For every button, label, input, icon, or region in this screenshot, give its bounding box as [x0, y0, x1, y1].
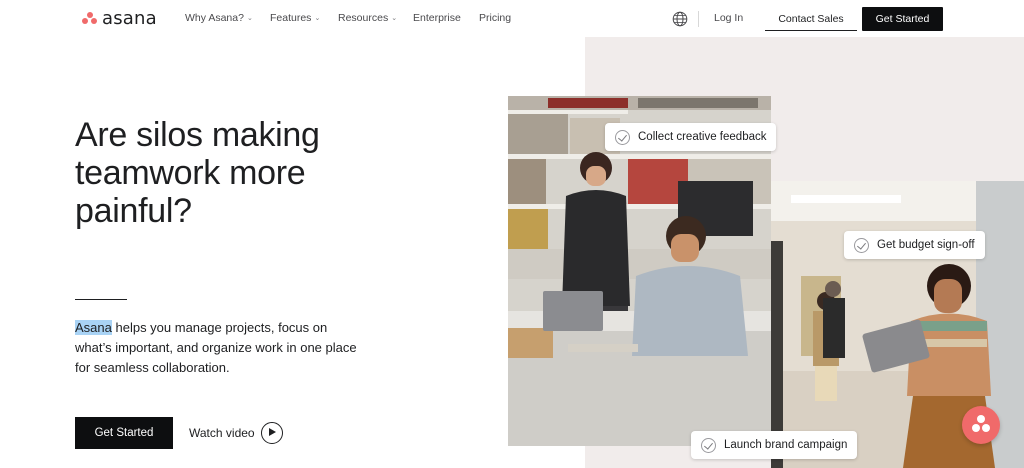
check-circle-icon — [615, 129, 630, 145]
logo-text: asana — [102, 7, 157, 29]
top-nav: asana Why Asana? ⌄ Features ⌄ Resources ⌄ E… — [0, 0, 1024, 37]
get-started-nav-button[interactable]: Get Started — [862, 7, 943, 31]
asana-logo[interactable]: asana — [82, 7, 157, 29]
hero-description: Asana helps you manage projects, focus o… — [75, 318, 365, 378]
contact-sales-button[interactable]: Contact Sales — [765, 7, 857, 31]
globe-icon[interactable] — [672, 11, 688, 27]
chevron-down-icon: ⌄ — [314, 15, 321, 22]
watch-video-label: Watch video — [189, 426, 255, 440]
login-link[interactable]: Log In — [714, 12, 743, 24]
play-circle-icon — [260, 422, 283, 444]
nav-item-features[interactable]: Features ⌄ — [270, 12, 320, 24]
nav-item-label: Pricing — [479, 12, 512, 24]
chevron-down-icon: ⌄ — [246, 15, 253, 22]
nav-item-resources[interactable]: Resources ⌄ — [338, 12, 397, 24]
task-chip-label: Collect creative feedback — [638, 131, 767, 143]
nav-item-enterprise[interactable]: Enterprise — [413, 12, 461, 24]
get-started-hero-button[interactable]: Get Started — [75, 417, 173, 449]
nav-item-label: Resources — [338, 12, 389, 24]
task-chip-label: Get budget sign-off — [877, 239, 975, 251]
task-chip-launch-campaign: Launch brand campaign — [691, 431, 858, 459]
check-circle-icon — [854, 237, 869, 253]
chevron-down-icon: ⌄ — [391, 15, 398, 22]
hero-description-text: helps you manage projects, focus on what… — [75, 320, 357, 375]
watch-video-button[interactable]: Watch video — [189, 421, 283, 445]
check-circle-icon — [701, 437, 716, 453]
nav-item-label: Why Asana? — [185, 12, 244, 24]
task-chip-label: Launch brand campaign — [724, 439, 848, 451]
task-chip-budget-signoff: Get budget sign-off — [844, 231, 985, 259]
nav-item-pricing[interactable]: Pricing — [479, 12, 511, 24]
asana-logo-icon — [82, 11, 97, 25]
task-chip-collect-feedback: Collect creative feedback — [605, 123, 777, 151]
hero-title: Are silos making teamwork more painful? — [75, 116, 320, 230]
asana-chat-icon[interactable] — [962, 406, 1000, 444]
nav-item-label: Enterprise — [413, 12, 461, 24]
highlighted-text: Asana — [75, 320, 112, 335]
nav-item-why-asana[interactable]: Why Asana? ⌄ — [185, 12, 253, 24]
nav-divider — [698, 11, 699, 27]
nav-item-label: Features — [270, 12, 312, 24]
hero-divider — [75, 299, 127, 300]
